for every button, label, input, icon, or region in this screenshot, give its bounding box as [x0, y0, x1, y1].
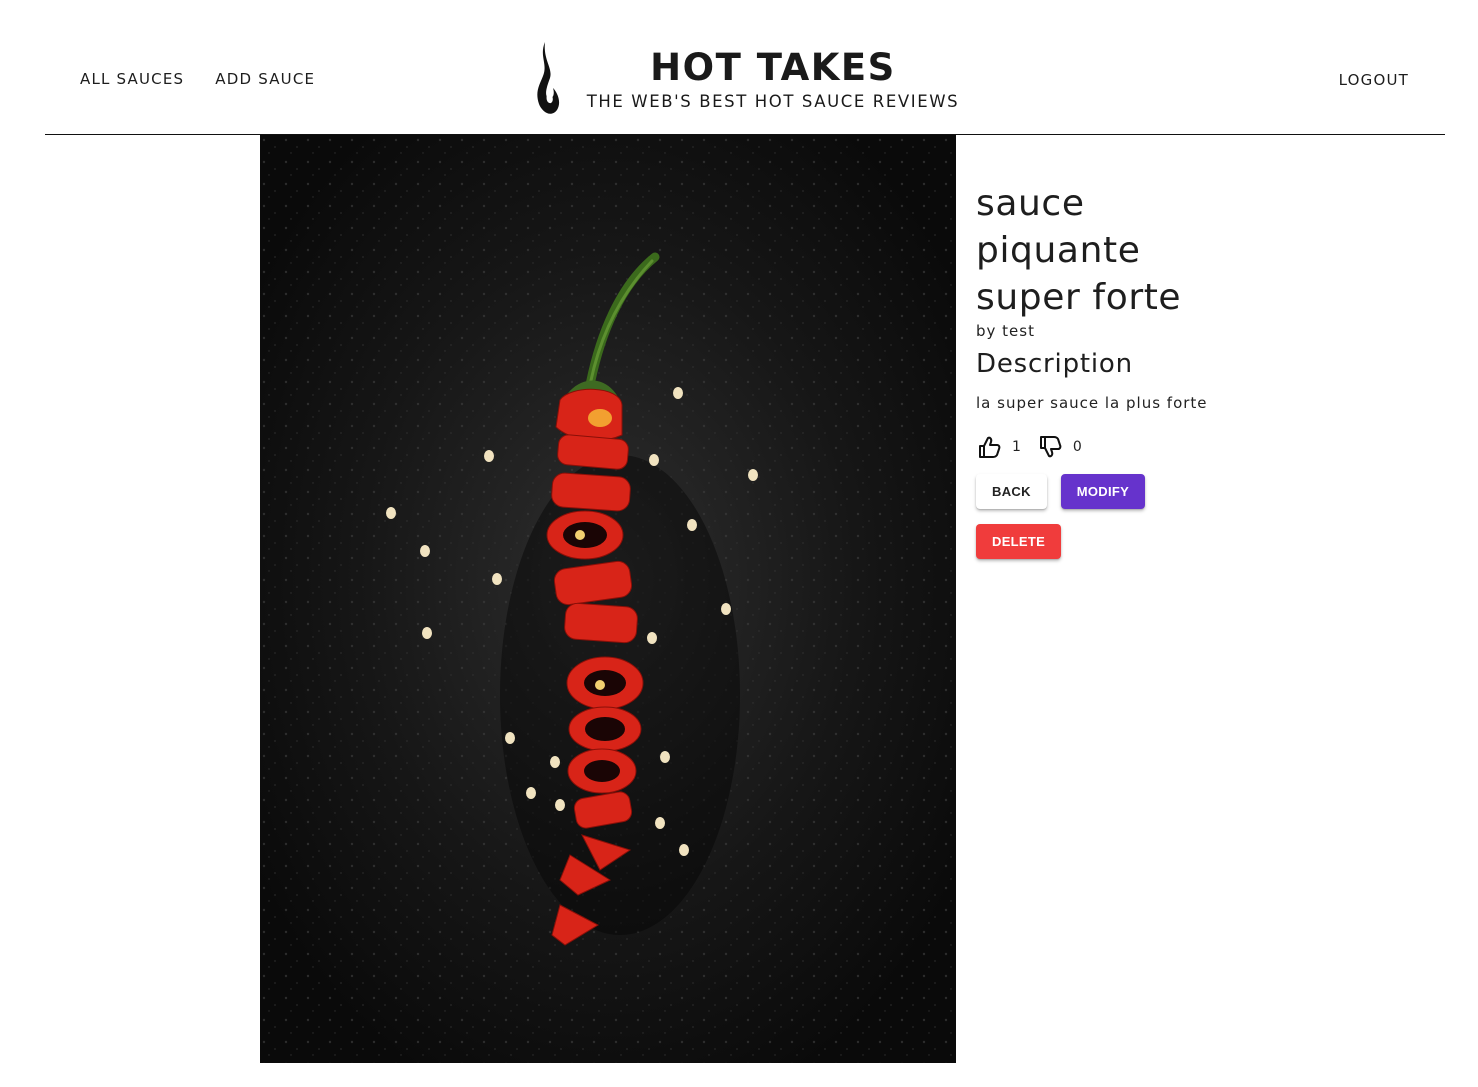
- user-nav: LOGOUT: [1339, 70, 1409, 89]
- sauce-image: [260, 135, 956, 1063]
- sauce-details: sauce piquante super forte by test Descr…: [976, 180, 1296, 559]
- thumbs-up-icon[interactable]: [976, 434, 1002, 460]
- likes-count: 1: [1012, 439, 1021, 455]
- chili-pepper-photo: [260, 135, 956, 1063]
- sauce-name-line: sauce: [976, 183, 1085, 224]
- thumbs-down-icon[interactable]: [1037, 434, 1063, 460]
- action-buttons: BACK MODIFY: [976, 474, 1296, 509]
- site-header: ALL SAUCES ADD SAUCE HOT TAKES THE WEB'S…: [45, 0, 1445, 135]
- vote-controls: 1 0: [976, 433, 1296, 461]
- nav-all-sauces-link[interactable]: ALL SAUCES: [80, 70, 184, 88]
- sauce-description: la super sauce la plus forte: [976, 394, 1208, 412]
- description-heading: Description: [976, 349, 1133, 379]
- sauce-detail-page: ALL SAUCES ADD SAUCE HOT TAKES THE WEB'S…: [0, 0, 1478, 1087]
- dislikes-count: 0: [1072, 439, 1082, 455]
- logout-link[interactable]: LOGOUT: [1339, 71, 1409, 89]
- brand-logo: HOT TAKES THE WEB'S BEST HOT SAUCE REVIE…: [535, 40, 975, 120]
- site-subtitle: THE WEB'S BEST HOT SAUCE REVIEWS: [586, 92, 960, 111]
- delete-button[interactable]: DELETE: [976, 524, 1062, 559]
- nav-add-sauce-link[interactable]: ADD SAUCE: [215, 70, 315, 88]
- sauce-name-line: super forte: [976, 277, 1182, 318]
- flame-icon: [537, 42, 560, 114]
- main-nav: ALL SAUCES ADD SAUCE: [80, 70, 315, 88]
- sauce-name-line: piquante: [976, 230, 1141, 271]
- sauce-manufacturer: by test: [976, 322, 1035, 340]
- site-title: HOT TAKES: [650, 46, 896, 89]
- back-button[interactable]: BACK: [976, 474, 1047, 509]
- modify-button[interactable]: MODIFY: [1060, 474, 1146, 509]
- sauce-name: sauce piquante super forte: [976, 180, 1296, 321]
